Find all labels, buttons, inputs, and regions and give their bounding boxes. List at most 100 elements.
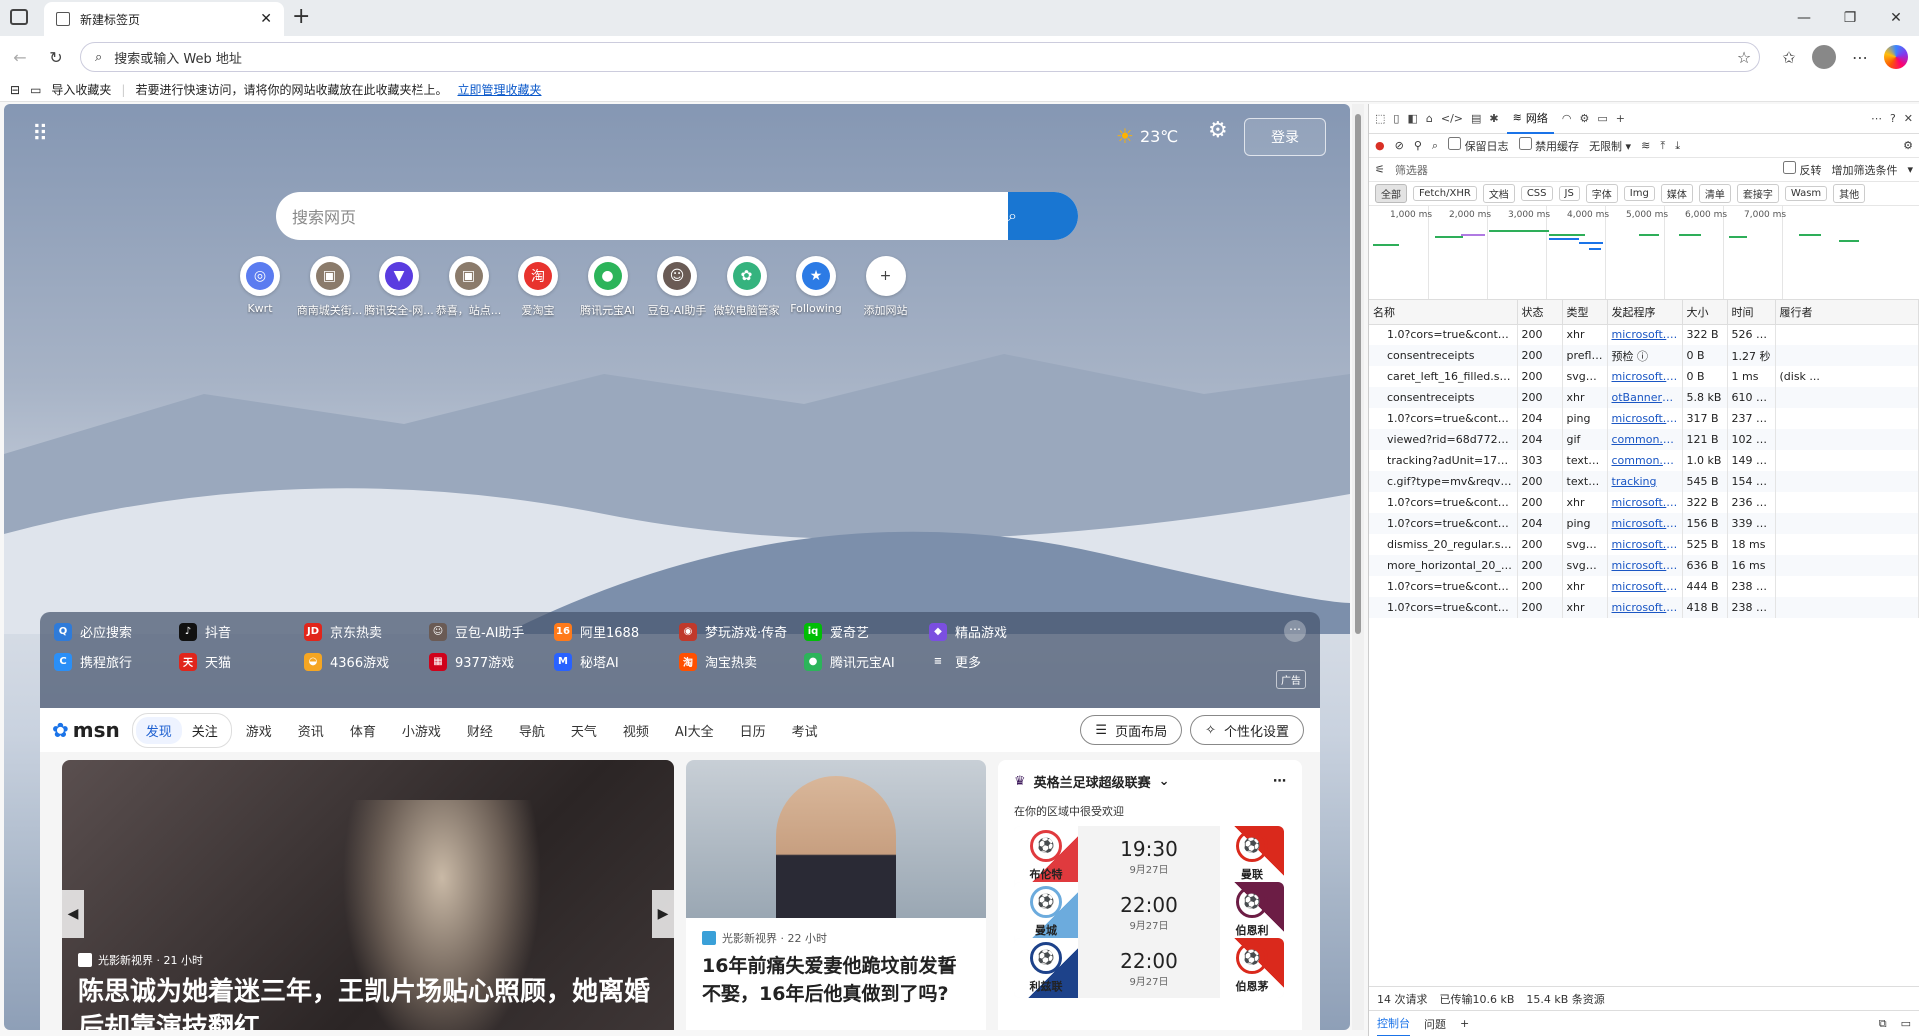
site-link[interactable]: ≡ 更多 (929, 652, 1079, 671)
request-row[interactable]: caret_left_16_filled.svg200svg+x...micro… (1369, 366, 1919, 387)
match-row[interactable]: ⚽ 曼城 22:00 9月27日 ⚽ 伯恩利 (1014, 882, 1284, 942)
more-menu-icon[interactable]: ⋯ (1846, 43, 1874, 71)
type-filter-chip[interactable]: Img (1623, 186, 1655, 201)
type-filter-chip[interactable]: JS (1558, 186, 1580, 201)
memory-icon[interactable]: ⚙ (1579, 112, 1589, 125)
device-icon[interactable]: ▯ (1393, 112, 1399, 125)
tab-actions-icon[interactable] (10, 9, 28, 25)
msn-nav-item[interactable]: 导航 (519, 721, 545, 740)
type-filter-chip[interactable]: CSS (1520, 186, 1553, 201)
type-filter-chip[interactable]: 套接字 (1736, 184, 1779, 203)
more-filters-dropdown[interactable]: 增加筛选条件 (1831, 162, 1897, 178)
request-row[interactable]: consentreceipts200xhrotBannerSdk.js5.8 k… (1369, 387, 1919, 408)
new-tab-button[interactable]: + (292, 4, 310, 29)
match-row[interactable]: ⚽ 布伦特 19:30 9月27日 ⚽ 曼联 (1014, 826, 1284, 886)
page-layout-button[interactable]: ☰ 页面布局 (1080, 715, 1183, 745)
column-header[interactable]: 状态 (1517, 300, 1563, 325)
msn-nav-item[interactable]: 视频 (623, 721, 649, 740)
performance-icon[interactable]: ◠ (1562, 112, 1572, 125)
help-icon[interactable]: ? (1890, 112, 1896, 125)
request-cell[interactable]: microsoft.bfd5... (1607, 597, 1683, 618)
weather-widget[interactable]: ☀ 23℃ (1116, 124, 1178, 148)
quick-link[interactable]: ▣ 恭喜，站点... (429, 256, 509, 318)
type-filter-chip[interactable]: 全部 (1375, 184, 1407, 203)
copilot-icon[interactable] (1884, 45, 1908, 69)
welcome-home-icon[interactable]: ⌂ (1426, 112, 1433, 125)
msn-nav-item[interactable]: 财经 (467, 721, 493, 740)
request-row[interactable]: 1.0?cors=true&content-t...200xhrmicrosof… (1369, 492, 1919, 513)
request-cell[interactable]: tracking (1607, 471, 1683, 492)
tab-following[interactable]: 关注 (182, 717, 228, 744)
column-header[interactable]: 发起程序 (1607, 300, 1683, 325)
import-favorites[interactable]: 导入收藏夹 (51, 81, 111, 98)
page-scrollbar[interactable] (1352, 104, 1364, 1030)
tab-discover[interactable]: 发现 (135, 716, 182, 744)
quick-link[interactable]: ● 腾讯元宝AI (568, 256, 648, 318)
settings-gear-icon[interactable]: ⚙ (1208, 118, 1228, 143)
network-conditions-icon[interactable]: ≋ (1641, 139, 1650, 152)
request-row[interactable]: viewed?rid=68d7725c5a...204gifcommon.780… (1369, 429, 1919, 450)
restore-button[interactable]: ❐ (1827, 0, 1873, 36)
news-card-headline[interactable]: 16年前痛失爱妻他跪坟前发誓不娶，16年后他真做到了吗? (702, 952, 970, 1008)
minimize-button[interactable]: — (1781, 0, 1827, 36)
request-cell[interactable]: microsoft.bfd5... (1607, 555, 1683, 576)
request-cell[interactable]: otBannerSdk.js (1607, 387, 1683, 408)
preserve-log-checkbox[interactable]: 保留日志 (1448, 137, 1509, 154)
request-row[interactable]: 1.0?cors=true&content-t...204pingmicroso… (1369, 408, 1919, 429)
address-input[interactable]: 搜索或输入 Web 地址 (114, 48, 242, 67)
request-row[interactable]: c.gif?type=mv&reqver=... 200 text/p... trac… (1369, 471, 1919, 492)
web-search-box[interactable]: 搜索网页 ⌕ (276, 192, 1078, 240)
type-filter-chip[interactable]: Fetch/XHR (1413, 186, 1477, 201)
dock-icon[interactable]: ◧ (1407, 112, 1417, 125)
request-cell[interactable]: microsoft.bfd5... (1607, 576, 1683, 597)
msn-nav-item[interactable]: 考试 (792, 721, 818, 740)
quick-link[interactable]: + 添加网站 (846, 256, 926, 318)
manage-favorites-link[interactable]: 立即管理收藏夹 (457, 81, 541, 98)
request-cell[interactable]: 预检 ⓘ (1607, 345, 1683, 366)
quick-link[interactable]: ◎ Kwrt (220, 256, 300, 315)
quick-link[interactable]: ★ Following (776, 256, 856, 315)
network-settings-icon[interactable]: ⚙ (1903, 139, 1913, 152)
msn-nav-item[interactable]: 体育 (350, 721, 376, 740)
request-cell[interactable]: microsoft.bfd5... (1607, 492, 1683, 513)
carousel-prev-button[interactable]: ◀ (62, 890, 84, 938)
request-row[interactable]: tracking?adUnit=173276...303text/h...com… (1369, 450, 1919, 471)
request-cell[interactable]: microsoft.bfd5... (1607, 324, 1683, 345)
apps-grid-icon[interactable]: ⠿ (32, 122, 48, 147)
msn-nav-item[interactable]: AI大全 (675, 721, 714, 740)
type-filter-chip[interactable]: Wasm (1784, 186, 1828, 201)
request-row[interactable]: 1.0?cors=true&content-t...200xhrmicrosof… (1369, 576, 1919, 597)
filter-input[interactable]: 筛选器 (1395, 162, 1773, 178)
drawer-tab-console[interactable]: 控制台 (1377, 1011, 1410, 1036)
inspect-icon[interactable]: ⬚ (1375, 112, 1385, 125)
hero-news-card[interactable]: ◀ ▶ 光影新视界 · 21 小时 陈思诚为她着迷三年，王凯片场贴心照顾，她离婚… (62, 760, 674, 1030)
panel-more-icon[interactable]: ⋯ (1284, 620, 1306, 642)
elements-icon[interactable]: </> (1441, 112, 1463, 125)
refresh-button[interactable]: ↻ (42, 43, 70, 71)
request-cell[interactable]: microsoft.bfd5... (1607, 408, 1683, 429)
invert-checkbox[interactable]: 反转 (1782, 161, 1821, 178)
search-input[interactable]: 搜索网页 (292, 204, 1008, 228)
news-card[interactable]: 光影新视界 · 22 小时 16年前痛失爱妻他跪坟前发誓不娶，16年后他真做到了… (686, 760, 986, 1030)
export-har-icon[interactable]: ⤓ (1675, 139, 1680, 153)
close-devtools-icon[interactable]: ✕ (1904, 112, 1913, 125)
more-options-icon[interactable]: ⋯ (1273, 774, 1286, 789)
drawer-tab-issues[interactable]: 问题 (1424, 1016, 1446, 1032)
request-cell[interactable]: microsoft.bfd5... (1607, 534, 1683, 555)
type-filter-chip[interactable]: 清单 (1698, 184, 1731, 203)
quick-link[interactable]: ▼ 腾讯安全-网... (359, 256, 439, 318)
type-filter-chip[interactable]: 媒体 (1660, 184, 1693, 203)
throttle-select[interactable]: 无限制 ▾ (1589, 138, 1631, 154)
msn-nav-item[interactable]: 小游戏 (402, 721, 441, 740)
carousel-next-button[interactable]: ▶ (652, 890, 674, 938)
request-cell[interactable]: common.780aa... (1607, 429, 1683, 450)
drawer-add-icon[interactable]: + (1460, 1017, 1469, 1030)
search-icon[interactable]: ⌕ (1432, 139, 1438, 153)
close-tab-icon[interactable]: ✕ (260, 11, 272, 27)
request-cell[interactable]: common.780aa... (1607, 450, 1683, 471)
undock-drawer-icon[interactable]: ⧉ (1879, 1017, 1887, 1031)
request-row[interactable]: 1.0?cors=true&content-t...200xhrmicrosof… (1369, 324, 1919, 345)
hero-headline[interactable]: 陈思诚为她着迷三年，王凯片场贴心照顾，她离婚后却靠演技翻红 (78, 974, 658, 1030)
request-row[interactable]: 1.0?cors=true&content-t...200xhrmicrosof… (1369, 597, 1919, 618)
application-icon[interactable]: ▭ (1597, 112, 1607, 125)
